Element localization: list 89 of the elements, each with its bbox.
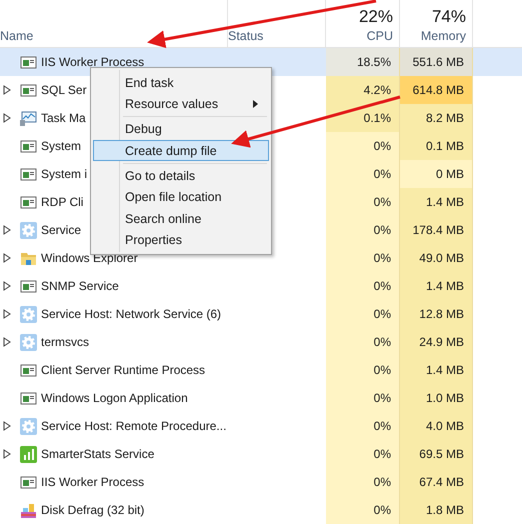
status-column-header[interactable]: Status bbox=[228, 29, 264, 43]
expand-icon[interactable] bbox=[3, 449, 11, 459]
cpu-cell: 0% bbox=[326, 216, 400, 244]
window-icon bbox=[20, 138, 37, 154]
expand-icon[interactable] bbox=[3, 225, 11, 235]
process-name: SQL Ser bbox=[41, 83, 87, 97]
gear-icon bbox=[20, 222, 37, 238]
memory-cell: 0 MB bbox=[400, 160, 473, 188]
memory-cell: 67.4 MB bbox=[400, 468, 473, 496]
defrag-icon bbox=[20, 502, 37, 518]
memory-column-header[interactable]: Memory bbox=[420, 29, 466, 43]
memory-cell: 1.4 MB bbox=[400, 356, 473, 384]
process-name: Windows Logon Application bbox=[41, 391, 188, 405]
window-icon bbox=[20, 278, 37, 294]
expand-icon[interactable] bbox=[3, 85, 11, 95]
process-name: Service Host: Network Service (6) bbox=[41, 307, 222, 321]
cpu-cell: 0.1% bbox=[326, 104, 400, 132]
process-name: System bbox=[41, 139, 82, 153]
process-name: Windows Explorer bbox=[41, 251, 138, 265]
cpu-total: 22% bbox=[358, 7, 393, 27]
cpu-cell: 0% bbox=[326, 440, 400, 468]
process-name: SNMP Service bbox=[41, 279, 119, 293]
process-name: Service Host: Remote Procedure... bbox=[41, 419, 226, 433]
expand-icon[interactable] bbox=[3, 253, 11, 263]
menu-item[interactable]: Search online bbox=[93, 208, 269, 230]
memory-total: 74% bbox=[432, 7, 466, 27]
cpu-cell: 0% bbox=[326, 160, 400, 188]
memory-cell: 8.2 MB bbox=[400, 104, 473, 132]
menu-item[interactable]: Create dump file bbox=[93, 140, 269, 162]
expand-icon[interactable] bbox=[3, 337, 11, 347]
cpu-cell: 18.5% bbox=[326, 48, 400, 76]
cpu-cell: 0% bbox=[326, 132, 400, 160]
expand-icon[interactable] bbox=[3, 281, 11, 291]
window-icon bbox=[20, 82, 37, 98]
memory-cell: 24.9 MB bbox=[400, 328, 473, 356]
process-name: RDP Cli bbox=[41, 195, 84, 209]
cpu-cell: 0% bbox=[326, 496, 400, 524]
window-icon bbox=[20, 474, 37, 490]
memory-cell: 1.4 MB bbox=[400, 272, 473, 300]
memory-cell: 1.0 MB bbox=[400, 384, 473, 412]
cpu-cell: 0% bbox=[326, 244, 400, 272]
window-icon bbox=[20, 54, 37, 70]
cpu-cell: 0% bbox=[326, 468, 400, 496]
cpu-cell: 0% bbox=[326, 272, 400, 300]
window-icon bbox=[20, 194, 37, 210]
gear-icon bbox=[20, 334, 37, 350]
cpu-cell: 0% bbox=[326, 412, 400, 440]
process-name: Service bbox=[41, 223, 82, 237]
window-icon bbox=[20, 390, 37, 406]
process-name: Task Ma bbox=[41, 111, 86, 125]
window-icon bbox=[20, 362, 37, 378]
memory-cell: 49.0 MB bbox=[400, 244, 473, 272]
memory-cell: 69.5 MB bbox=[400, 440, 473, 468]
menu-item[interactable]: Resource values bbox=[93, 93, 269, 114]
expand-icon[interactable] bbox=[3, 113, 11, 123]
menu-item[interactable]: Go to details bbox=[93, 166, 269, 187]
window-icon bbox=[20, 166, 37, 182]
gear-icon bbox=[20, 418, 37, 434]
menu-item[interactable]: Properties bbox=[93, 229, 269, 250]
menu-item[interactable]: Debug bbox=[93, 118, 269, 140]
cpu-cell: 0% bbox=[326, 328, 400, 356]
process-name: System i bbox=[41, 167, 88, 181]
cpu-column-header[interactable]: CPU bbox=[366, 29, 393, 43]
memory-cell: 4.0 MB bbox=[400, 412, 473, 440]
memory-cell: 12.8 MB bbox=[400, 300, 473, 328]
process-name: Client Server Runtime Process bbox=[41, 363, 206, 377]
cpu-cell: 0% bbox=[326, 384, 400, 412]
cpu-cell: 0% bbox=[326, 188, 400, 216]
cpu-cell: 0% bbox=[326, 300, 400, 328]
memory-cell: 1.4 MB bbox=[400, 188, 473, 216]
menu-item[interactable]: Open file location bbox=[93, 186, 269, 208]
expand-icon[interactable] bbox=[3, 421, 11, 431]
memory-cell: 614.8 MB bbox=[400, 76, 473, 104]
process-name: SmarterStats Service bbox=[41, 447, 154, 461]
expand-icon[interactable] bbox=[3, 309, 11, 319]
process-name: IIS Worker Process bbox=[41, 475, 144, 489]
memory-cell: 0.1 MB bbox=[400, 132, 473, 160]
memory-cell: 1.8 MB bbox=[400, 496, 473, 524]
process-name: termsvcs bbox=[41, 335, 89, 349]
cpu-cell: 0% bbox=[326, 356, 400, 384]
process-name: IIS Worker Process bbox=[41, 55, 144, 69]
memory-cell: 178.4 MB bbox=[400, 216, 473, 244]
name-column-header[interactable]: Name bbox=[0, 29, 34, 43]
cpu-cell: 4.2% bbox=[326, 76, 400, 104]
memory-cell: 551.6 MB bbox=[400, 48, 473, 76]
chart-monitor-icon bbox=[20, 110, 37, 126]
gear-icon bbox=[20, 306, 37, 322]
process-name: Disk Defrag (32 bit) bbox=[41, 503, 144, 517]
bar-chart-icon bbox=[20, 446, 37, 462]
